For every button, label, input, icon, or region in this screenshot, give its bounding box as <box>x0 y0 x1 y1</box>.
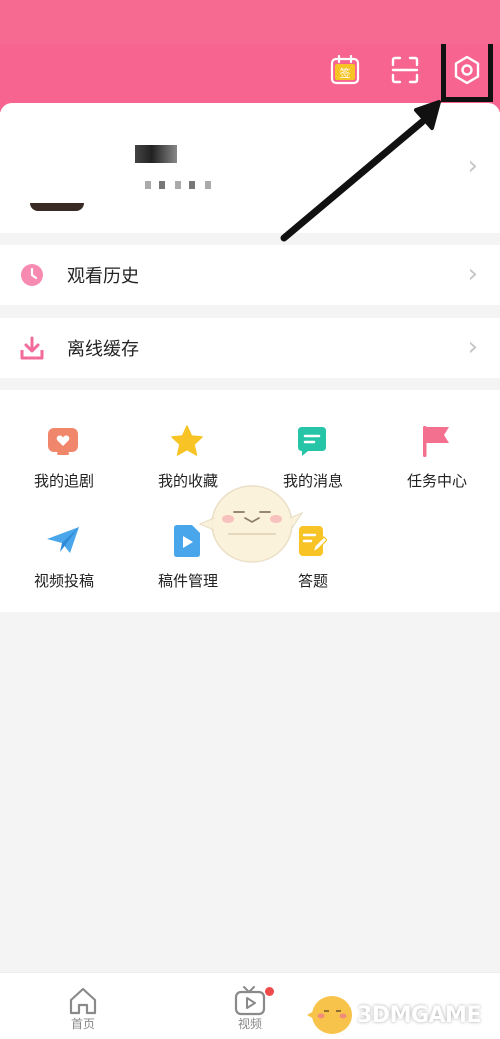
message-icon <box>295 424 329 458</box>
download-icon <box>20 336 44 360</box>
video-icon <box>234 986 266 1016</box>
status-bar <box>0 0 500 44</box>
home-icon <box>69 987 97 1015</box>
settings-highlight-box <box>441 44 493 102</box>
scan-icon[interactable] <box>390 55 420 85</box>
grid-item-label: 答题 <box>297 572 328 590</box>
nav-label: 首页 <box>70 1017 95 1031</box>
checkin-icon[interactable]: 签 <box>330 55 360 85</box>
checkin-badge-text: 签 <box>340 66 351 80</box>
grid-item-label: 任务中心 <box>406 472 467 490</box>
watermark-mascot-icon <box>307 996 352 1034</box>
watermark-text: 3DMGAME <box>357 1003 481 1028</box>
grid-item-video-submit[interactable]: 视频投稿 <box>2 524 122 604</box>
pointer-arrow <box>280 100 441 242</box>
chevron-right-icon: › <box>467 259 478 289</box>
watch-history-label: 观看历史 <box>67 266 139 287</box>
nav-home[interactable]: 首页 <box>53 979 113 1037</box>
watermark: 3DMGAME <box>305 985 500 1039</box>
tv-heart-icon <box>46 424 80 458</box>
star-icon <box>170 424 204 458</box>
avatar[interactable] <box>30 203 84 211</box>
chevron-right-icon: › <box>467 332 478 362</box>
flag-icon <box>419 424 453 458</box>
notification-dot <box>265 987 274 996</box>
grid-item-label: 稿件管理 <box>157 572 218 590</box>
offline-cache-label: 离线缓存 <box>67 339 139 360</box>
paper-plane-icon <box>46 524 80 558</box>
nav-video[interactable]: 视频 <box>220 979 280 1037</box>
grid-item-my-series[interactable]: 我的追剧 <box>2 424 122 504</box>
grid-item-label: 我的追剧 <box>33 472 94 490</box>
grid-item-label: 视频投稿 <box>33 572 94 590</box>
offline-cache-row[interactable]: 离线缓存 › <box>0 318 500 378</box>
user-id-blurred <box>145 181 217 189</box>
grid-item-task-center[interactable]: 任务中心 <box>375 424 495 504</box>
mascot-sticker <box>198 485 304 563</box>
chevron-right-icon: › <box>467 151 478 181</box>
clock-icon <box>21 264 43 286</box>
watch-history-row[interactable]: 观看历史 › <box>0 245 500 305</box>
nav-label: 视频 <box>237 1017 262 1031</box>
username-blurred <box>135 145 177 163</box>
